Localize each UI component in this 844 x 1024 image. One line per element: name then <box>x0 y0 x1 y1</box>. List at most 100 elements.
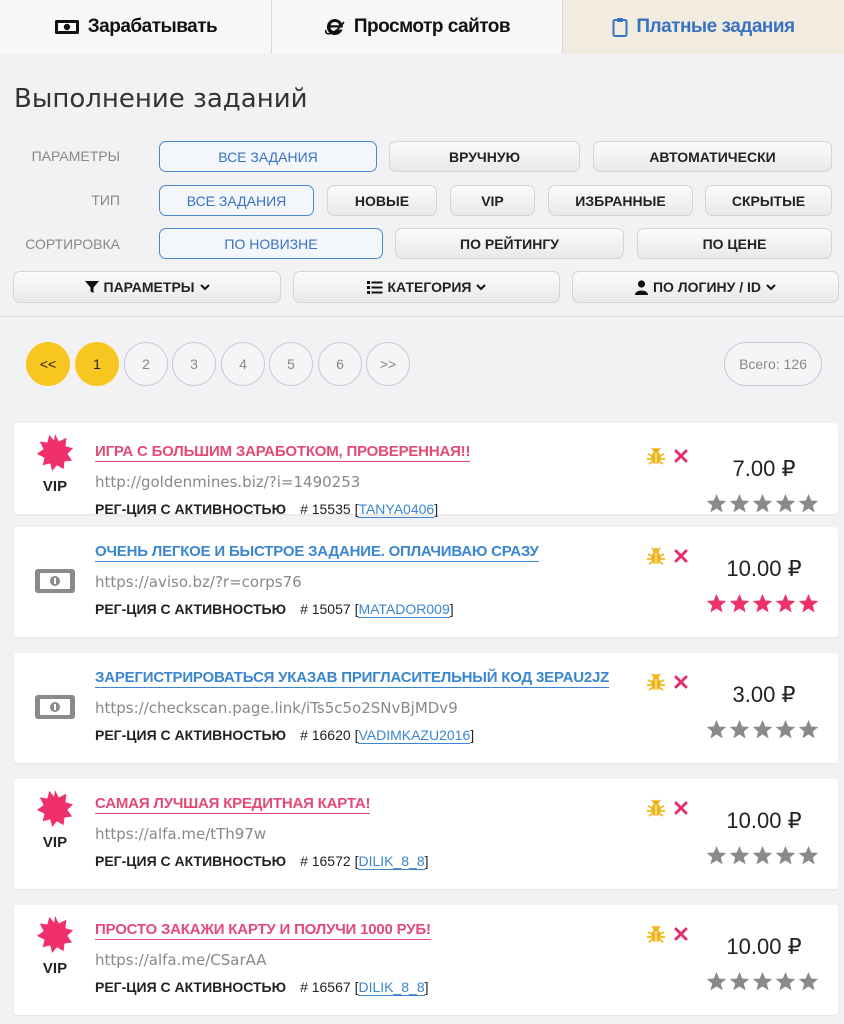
vip-star-icon <box>36 433 74 471</box>
page-1[interactable]: 1 <box>75 342 119 386</box>
task-price: 10.00 ₽ <box>726 934 802 959</box>
dropdown-params-label: ПАРАМЕТРЫ <box>103 279 195 295</box>
vip-badge: VIP <box>34 433 76 495</box>
filter-params-manual[interactable]: ВРУЧНУЮ <box>389 141 580 172</box>
rating-star-icon <box>729 846 750 865</box>
page-next[interactable]: >> <box>366 342 410 386</box>
close-icon[interactable] <box>674 801 688 815</box>
task-actions <box>646 798 688 818</box>
dropdown-category-label: КАТЕГОРИЯ <box>387 279 472 295</box>
vip-label: VIP <box>42 960 68 977</box>
task-price: 10.00 ₽ <box>726 808 802 833</box>
rating-star-icon <box>775 494 796 513</box>
task-author-link[interactable]: VADIMKAZU2016 <box>358 727 471 744</box>
rating-star-icon <box>706 594 727 613</box>
task-author-link[interactable]: TANYA0406 <box>358 501 435 518</box>
total-count: Всего: 126 <box>724 342 822 386</box>
task-rating <box>706 845 819 866</box>
task-title-link[interactable]: ИГРА С БОЛЬШИМ ЗАРАБОТКОМ, ПРОВЕРЕННАЯ!! <box>95 443 470 462</box>
task-meta: РЕГ-ЦИЯ С АКТИВНОСТЬЮ # 16620 [VADIMKAZU2… <box>95 727 475 744</box>
filter-label-params: ПАРАМЕТРЫ <box>31 148 120 164</box>
task-card: VIP САМАЯ ЛУЧШАЯ КРЕДИТНАЯ КАРТА! https:… <box>14 779 838 889</box>
sort-price[interactable]: ПО ЦЕНЕ <box>637 228 832 259</box>
dropdown-params[interactable]: ПАРАМЕТРЫ <box>13 271 281 303</box>
sort-rating[interactable]: ПО РЕЙТИНГУ <box>395 228 624 259</box>
task-author-link[interactable]: MATADOR009 <box>358 601 450 618</box>
money-icon <box>54 19 80 35</box>
rating-star-icon <box>798 846 819 865</box>
task-rating <box>706 719 819 740</box>
filter-icon <box>84 281 99 293</box>
close-icon[interactable] <box>674 927 688 941</box>
task-url: https://alfa.me/tTh97w <box>95 825 267 843</box>
filter-type-hidden[interactable]: СКРЫТЫЕ <box>705 185 832 216</box>
close-icon[interactable] <box>674 675 688 689</box>
filter-type-favorites[interactable]: ИЗБРАННЫЕ <box>548 185 693 216</box>
clipboard-icon <box>612 17 628 37</box>
bug-report-icon[interactable] <box>646 672 666 692</box>
task-rating <box>706 593 819 614</box>
task-id: # 16572 <box>300 853 351 869</box>
tab-paid-tasks[interactable]: Платные задания <box>563 0 844 54</box>
task-meta: РЕГ-ЦИЯ С АКТИВНОСТЬЮ # 15057 [MATADOR009… <box>95 601 454 618</box>
task-author-link[interactable]: DILIK_8_8 <box>358 853 425 870</box>
task-title-link[interactable]: ПРОСТО ЗАКАЖИ КАРТУ И ПОЛУЧИ 1000 РУБ! <box>95 921 431 940</box>
page-4[interactable]: 4 <box>221 342 265 386</box>
task-url: https://aviso.bz/?r=corps76 <box>95 573 302 591</box>
dropdown-login-id[interactable]: ПО ЛОГИНУ / ID <box>572 271 839 303</box>
page-first[interactable]: << <box>26 342 70 386</box>
task-card: ЗАРЕГИСТРИРОВАТЬСЯ УКАЗАВ ПРИГЛАСИТЕЛЬНЫ… <box>14 653 838 763</box>
bug-report-icon[interactable] <box>646 446 666 466</box>
dropdown-category[interactable]: КАТЕГОРИЯ <box>293 271 560 303</box>
task-actions <box>646 672 688 692</box>
rating-star-icon <box>729 720 750 739</box>
tab-earn[interactable]: Зарабатывать <box>0 0 272 54</box>
page-6[interactable]: 6 <box>318 342 362 386</box>
tab-view-sites[interactable]: Просмотр сайтов <box>272 0 563 54</box>
browser-icon <box>324 16 346 38</box>
task-kind: РЕГ-ЦИЯ С АКТИВНОСТЬЮ <box>95 727 287 743</box>
sort-newest[interactable]: ПО НОВИЗНЕ <box>159 228 383 259</box>
filter-params-all[interactable]: ВСЕ ЗАДАНИЯ <box>159 141 377 172</box>
filter-params-auto[interactable]: АВТОМАТИЧЕСКИ <box>593 141 832 172</box>
vip-badge: VIP <box>34 789 76 851</box>
task-id: # 16620 <box>300 727 351 743</box>
rating-star-icon <box>752 594 773 613</box>
bug-report-icon[interactable] <box>646 924 666 944</box>
close-icon[interactable] <box>674 549 688 563</box>
page-3[interactable]: 3 <box>172 342 216 386</box>
task-meta: РЕГ-ЦИЯ С АКТИВНОСТЬЮ # 16567 [DILIK_8_8] <box>95 979 429 996</box>
vip-star-icon <box>36 915 74 953</box>
tab-view-sites-label: Просмотр сайтов <box>353 16 511 37</box>
divider <box>0 316 844 317</box>
task-meta: РЕГ-ЦИЯ С АКТИВНОСТЬЮ # 15535 [TANYA0406] <box>95 501 439 518</box>
rating-star-icon <box>798 594 819 613</box>
bracket-close: ] <box>434 501 439 517</box>
rating-star-icon <box>729 494 750 513</box>
filter-type-all[interactable]: ВСЕ ЗАДАНИЯ <box>159 185 314 216</box>
task-title-link[interactable]: ЗАРЕГИСТРИРОВАТЬСЯ УКАЗАВ ПРИГЛАСИТЕЛЬНЫ… <box>95 669 609 688</box>
bracket-close: ] <box>470 727 475 743</box>
task-rating <box>706 493 819 514</box>
bug-report-icon[interactable] <box>646 798 666 818</box>
filter-type-vip[interactable]: VIP <box>450 185 535 216</box>
task-id: # 16567 <box>300 979 351 995</box>
task-title-link[interactable]: САМАЯ ЛУЧШАЯ КРЕДИТНАЯ КАРТА! <box>95 795 370 814</box>
filter-label-type: ТИП <box>91 192 120 208</box>
rating-star-icon <box>798 720 819 739</box>
task-title-link[interactable]: ОЧЕНЬ ЛЕГКОЕ И БЫСТРОЕ ЗАДАНИЕ. ОПЛАЧИВА… <box>95 543 539 562</box>
task-author-link[interactable]: DILIK_8_8 <box>358 979 425 996</box>
page-5[interactable]: 5 <box>269 342 313 386</box>
task-card: VIP ИГРА С БОЛЬШИМ ЗАРАБОТКОМ, ПРОВЕРЕНН… <box>14 423 838 518</box>
page-2[interactable]: 2 <box>124 342 168 386</box>
task-kind: РЕГ-ЦИЯ С АКТИВНОСТЬЮ <box>95 601 287 617</box>
close-icon[interactable] <box>674 449 688 463</box>
chevron-down-icon <box>476 284 487 291</box>
task-price: 10.00 ₽ <box>726 556 802 581</box>
filter-type-new[interactable]: НОВЫЕ <box>327 185 437 216</box>
tab-earn-label: Зарабатывать <box>87 16 218 37</box>
task-price: 7.00 ₽ <box>732 456 796 481</box>
bug-report-icon[interactable] <box>646 546 666 566</box>
task-id: # 15535 <box>300 501 351 517</box>
money-icon <box>34 568 76 599</box>
